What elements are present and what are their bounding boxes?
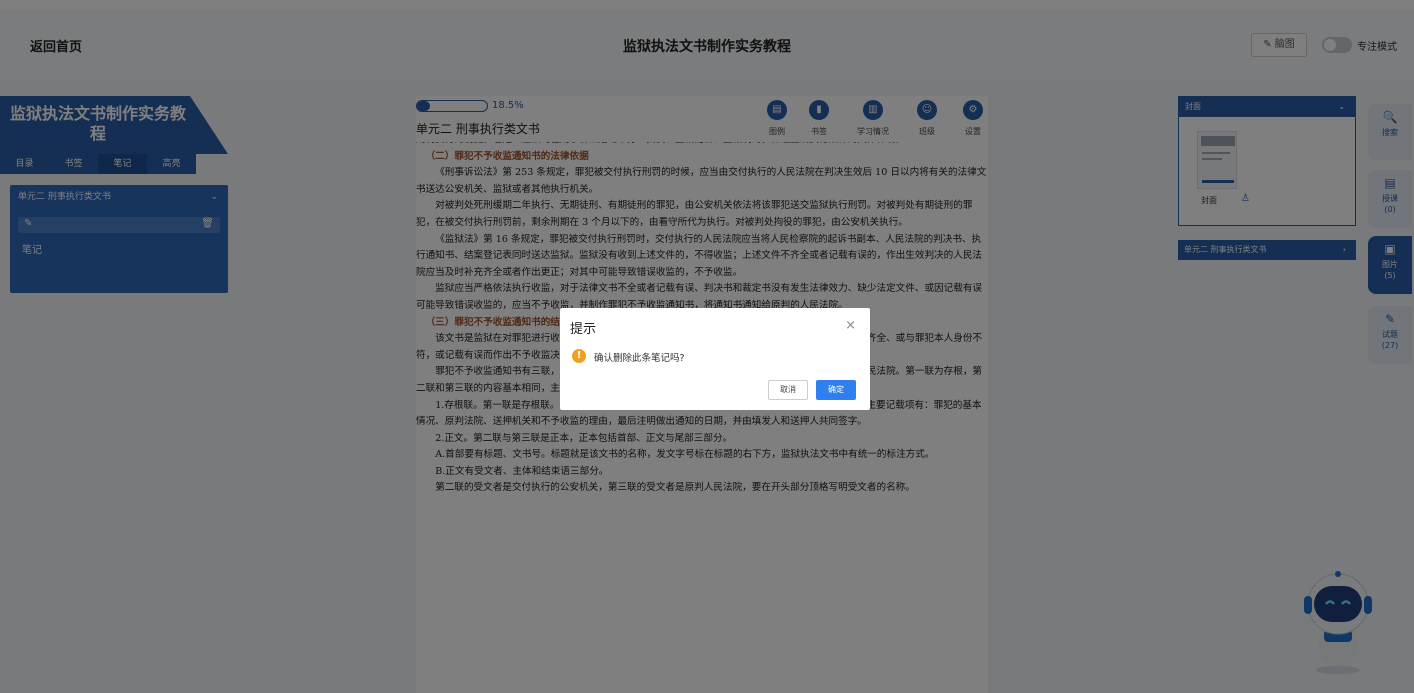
confirm-dialog: 提示 × ! 确认删除此条笔记吗? 取消 确定: [560, 308, 870, 410]
confirm-button[interactable]: 确定: [816, 380, 856, 400]
dialog-title: 提示: [570, 322, 597, 337]
cancel-button[interactable]: 取消: [768, 380, 808, 400]
dialog-message: 确认删除此条笔记吗?: [594, 353, 685, 364]
close-icon[interactable]: ×: [845, 318, 856, 333]
warning-icon: !: [572, 349, 586, 363]
